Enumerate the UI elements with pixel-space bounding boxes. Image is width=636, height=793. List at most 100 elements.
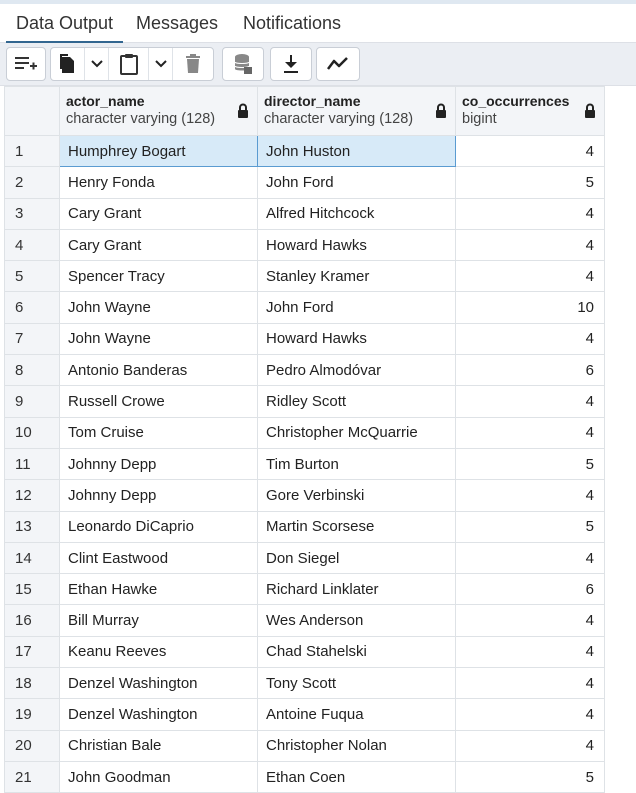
director-name-cell[interactable]: Chad Stahelski [257,635,456,669]
column-header-actor-name[interactable]: actor_name character varying (128) [59,86,258,136]
co-occurrences-cell[interactable]: 6 [455,573,605,606]
row-number[interactable]: 8 [4,354,60,387]
director-name-cell[interactable]: Alfred Hitchcock [257,197,456,230]
add-row-button[interactable] [7,48,45,80]
row-number[interactable]: 10 [4,416,60,449]
director-name-cell[interactable]: Tim Burton [257,447,456,481]
row-number[interactable]: 2 [4,166,60,199]
director-name-cell[interactable]: John Huston [257,134,456,168]
co-occurrences-cell[interactable]: 5 [455,447,605,481]
actor-name-cell[interactable]: John Wayne [59,322,258,356]
director-name-cell[interactable]: Gore Verbinski [257,479,456,512]
co-occurrences-cell[interactable]: 4 [455,260,605,293]
paste-options-button[interactable] [149,48,173,80]
row-number-header[interactable] [4,86,60,136]
co-occurrences-cell[interactable]: 4 [455,228,605,262]
director-name-cell[interactable]: Tony Scott [257,667,456,700]
row-number[interactable]: 11 [4,447,60,481]
download-button[interactable] [271,48,311,80]
copy-options-button[interactable] [85,48,109,80]
tab-messages[interactable]: Messages [136,13,218,34]
director-name-cell[interactable]: Stanley Kramer [257,260,456,293]
co-occurrences-cell[interactable]: 5 [455,166,605,199]
director-name-cell[interactable]: Pedro Almodóvar [257,354,456,387]
actor-name-cell[interactable]: Johnny Depp [59,447,258,481]
director-name-cell[interactable]: Ethan Coen [257,760,456,793]
actor-name-cell[interactable]: Henry Fonda [59,166,258,199]
paste-button[interactable] [109,48,149,80]
graph-visualiser-button[interactable] [317,48,359,80]
row-number[interactable]: 4 [4,228,60,262]
actor-name-cell[interactable]: Ethan Hawke [59,573,258,606]
copy-button[interactable] [51,48,85,80]
actor-name-cell[interactable]: John Wayne [59,291,258,324]
co-occurrences-cell[interactable]: 5 [455,510,605,543]
co-occurrences-cell[interactable]: 4 [455,604,605,637]
row-number[interactable]: 16 [4,604,60,637]
row-number[interactable]: 7 [4,322,60,356]
co-occurrences-cell[interactable]: 5 [455,760,605,793]
director-name-cell[interactable]: Christopher McQuarrie [257,416,456,449]
row-number[interactable]: 3 [4,197,60,230]
actor-name-cell[interactable]: Johnny Depp [59,479,258,512]
actor-name-cell[interactable]: Denzel Washington [59,667,258,700]
co-occurrences-cell[interactable]: 10 [455,291,605,324]
actor-name-cell[interactable]: Spencer Tracy [59,260,258,293]
co-occurrences-cell[interactable]: 4 [455,385,605,418]
actor-name-cell[interactable]: Antonio Banderas [59,354,258,387]
row-number[interactable]: 12 [4,479,60,512]
co-occurrences-cell[interactable]: 4 [455,667,605,700]
co-occurrences-cell[interactable]: 4 [455,729,605,762]
director-name-cell[interactable]: Ridley Scott [257,385,456,418]
save-data-button[interactable] [223,48,263,80]
actor-name-cell[interactable]: Russell Crowe [59,385,258,418]
co-occurrences-cell[interactable]: 4 [455,322,605,356]
actor-name-cell[interactable]: Cary Grant [59,197,258,230]
co-occurrences-cell[interactable]: 4 [455,197,605,230]
actor-name-cell[interactable]: Keanu Reeves [59,635,258,669]
row-number[interactable]: 17 [4,635,60,669]
row-number[interactable]: 9 [4,385,60,418]
co-occurrences-cell[interactable]: 6 [455,354,605,387]
delete-button[interactable] [173,48,213,80]
actor-name-cell[interactable]: Bill Murray [59,604,258,637]
director-name-cell[interactable]: Don Siegel [257,541,456,575]
row-number[interactable]: 18 [4,667,60,700]
director-name-cell[interactable]: Howard Hawks [257,228,456,262]
row-number[interactable]: 5 [4,260,60,293]
actor-name-cell[interactable]: Clint Eastwood [59,541,258,575]
tab-notifications[interactable]: Notifications [243,13,341,34]
director-name-cell[interactable]: Christopher Nolan [257,729,456,762]
actor-name-cell[interactable]: Leonardo DiCaprio [59,510,258,543]
actor-name-cell[interactable]: Christian Bale [59,729,258,762]
column-header-director-name[interactable]: director_name character varying (128) [257,86,456,136]
co-occurrences-cell[interactable]: 4 [455,134,605,168]
director-name-cell[interactable]: Antoine Fuqua [257,698,456,731]
row-number[interactable]: 13 [4,510,60,543]
column-header-co-occurrences[interactable]: co_occurrences bigint [455,86,605,136]
director-name-cell[interactable]: Martin Scorsese [257,510,456,543]
row-number[interactable]: 21 [4,760,60,793]
co-occurrences-cell[interactable]: 4 [455,479,605,512]
actor-name-cell[interactable]: Cary Grant [59,228,258,262]
row-number[interactable]: 14 [4,541,60,575]
director-name-cell[interactable]: John Ford [257,166,456,199]
co-occurrences-cell[interactable]: 4 [455,541,605,575]
actor-name-cell[interactable]: Tom Cruise [59,416,258,449]
co-occurrences-cell[interactable]: 4 [455,698,605,731]
row-number[interactable]: 15 [4,573,60,606]
director-name-cell[interactable]: Howard Hawks [257,322,456,356]
director-name-cell[interactable]: Wes Anderson [257,604,456,637]
co-occurrences-cell[interactable]: 4 [455,635,605,669]
actor-name-cell[interactable]: Humphrey Bogart [59,134,258,168]
row-number[interactable]: 20 [4,729,60,762]
row-number[interactable]: 19 [4,698,60,731]
actor-name-cell[interactable]: Denzel Washington [59,698,258,731]
tab-data-output[interactable]: Data Output [5,13,124,44]
director-name-cell[interactable]: John Ford [257,291,456,324]
actor-name-cell[interactable]: John Goodman [59,760,258,793]
co-occurrences-cell[interactable]: 4 [455,416,605,449]
row-number[interactable]: 6 [4,291,60,324]
director-name-cell[interactable]: Richard Linklater [257,573,456,606]
row-number[interactable]: 1 [4,134,60,168]
